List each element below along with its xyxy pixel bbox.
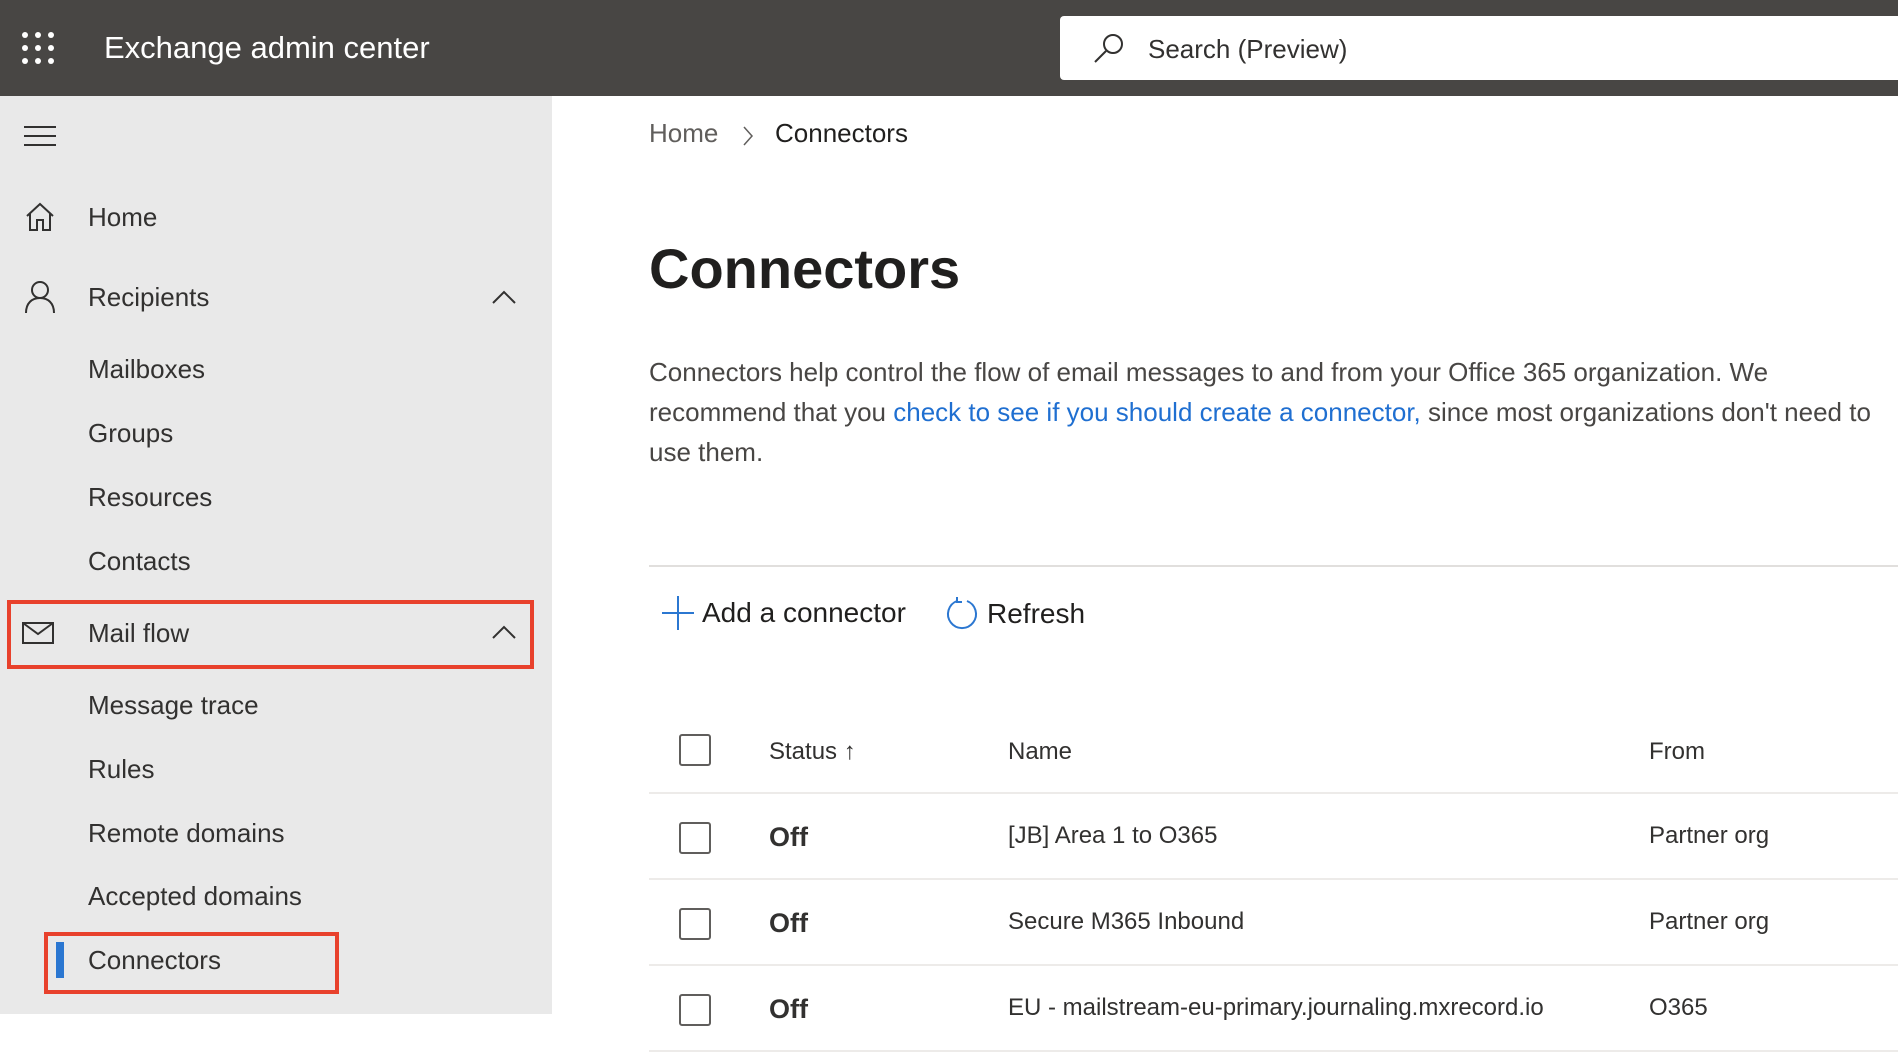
sidebar [0,96,552,1014]
name-cell[interactable]: Secure M365 Inbound [1008,908,1244,936]
mail-icon [22,622,54,644]
refresh-label: Refresh [987,598,1086,629]
status-cell: Off [769,908,808,938]
search-input[interactable]: Search (Preview) [1060,16,1898,80]
chevron-up-icon[interactable] [492,625,516,639]
column-header-name[interactable]: Name [1008,738,1072,766]
table-row[interactable]: Off [JB] Area 1 to O365 Partner org [649,794,1898,880]
breadcrumb-current: Connectors [775,118,908,148]
hamburger-icon[interactable] [24,125,56,147]
plus-icon [662,596,694,630]
page-title: Connectors [649,237,961,300]
chevron-up-icon[interactable] [492,290,516,304]
sidebar-item-connectors[interactable]: Connectors [88,945,221,976]
sort-ascending-icon: ↑ [843,738,856,765]
main-content: Home Connectors Connectors Connectors he… [552,96,1898,1052]
from-cell: Partner org [1649,822,1770,849]
app-title: Exchange admin center [104,30,430,65]
status-header-label: Status [769,738,838,765]
table-row[interactable]: Off EU - mailstream-eu-primary.journalin… [649,966,1898,1052]
sidebar-item-home[interactable]: Home [88,202,157,233]
app-launcher-icon[interactable] [22,32,56,66]
refresh-icon [947,597,977,629]
sidebar-item-message-trace[interactable]: Message trace [88,690,259,721]
add-connector-button[interactable]: Add a connector [662,596,906,630]
person-icon [25,281,55,314]
sidebar-item-accepted-domains[interactable]: Accepted domains [88,881,302,912]
breadcrumb-home[interactable]: Home [649,118,718,149]
refresh-button[interactable]: Refresh [945,596,1085,632]
name-cell[interactable]: [JB] Area 1 to O365 [1008,822,1217,850]
name-cell[interactable]: EU - mailstream-eu-primary.journaling.mx… [1008,994,1544,1022]
create-connector-link[interactable]: check to see if you should create a conn… [893,397,1421,427]
table-header: Status ↑ Name From [649,708,1898,794]
sidebar-item-resources[interactable]: Resources [88,482,212,513]
row-checkbox[interactable] [679,908,711,940]
status-cell: Off [769,822,808,852]
sidebar-item-remote-domains[interactable]: Remote domains [88,818,285,849]
from-cell: O365 [1649,994,1708,1021]
select-all-checkbox[interactable] [679,734,711,766]
sidebar-item-rules[interactable]: Rules [88,754,154,785]
top-bar: Exchange admin center Search (Preview) [0,0,1898,96]
divider [649,565,1898,567]
sidebar-item-mail-flow[interactable]: Mail flow [88,618,189,649]
row-checkbox[interactable] [679,994,711,1026]
column-header-status[interactable]: Status ↑ [769,738,856,766]
sidebar-item-groups[interactable]: Groups [88,418,173,449]
column-header-from[interactable]: From [1649,738,1705,766]
sidebar-item-mailboxes[interactable]: Mailboxes [88,354,205,385]
status-cell: Off [769,994,808,1024]
page-description: Connectors help control the flow of emai… [649,352,1898,472]
home-icon [26,202,54,231]
chevron-right-icon [743,126,754,146]
search-placeholder: Search (Preview) [1148,34,1348,64]
row-checkbox[interactable] [679,822,711,854]
search-icon [1094,34,1123,63]
table-row[interactable]: Off Secure M365 Inbound Partner org [649,880,1898,966]
sidebar-item-contacts[interactable]: Contacts [88,546,191,577]
sidebar-item-recipients[interactable]: Recipients [88,282,209,313]
add-connector-label: Add a connector [702,597,906,628]
active-indicator [56,942,64,978]
from-cell: Partner org [1649,908,1770,935]
highlight-box-mail-flow [7,600,534,669]
